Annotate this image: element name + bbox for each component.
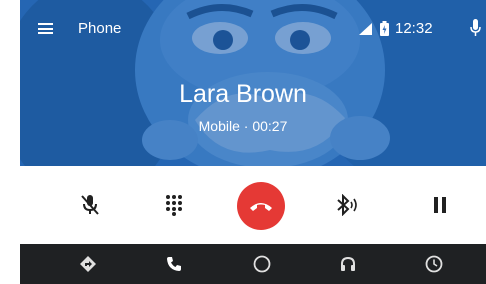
status-clock: 12:32 xyxy=(395,20,433,37)
cell-signal-icon xyxy=(359,23,372,35)
caller-hero: Phone 12:32 Lara Brown Mobile · 00:27 xyxy=(20,0,486,166)
call-controls xyxy=(20,166,486,244)
nav-item-music[interactable] xyxy=(338,254,358,274)
caller-name: Lara Brown xyxy=(179,80,307,108)
battery-icon xyxy=(380,21,389,36)
bluetooth-audio-icon xyxy=(337,194,357,216)
bluetooth-audio-button[interactable] xyxy=(329,187,365,223)
nav-item-home[interactable] xyxy=(252,254,272,274)
navigation-icon xyxy=(80,256,96,272)
app-title: Phone xyxy=(78,20,122,37)
bottom-nav-bar xyxy=(20,244,486,284)
call-status: Mobile · 00:27 xyxy=(198,118,288,134)
hamburger-menu-icon[interactable] xyxy=(38,23,53,34)
end-call-button[interactable] xyxy=(237,182,285,230)
headphones-icon xyxy=(341,256,355,271)
recents-icon xyxy=(425,255,443,273)
dialpad-icon xyxy=(166,195,182,216)
phone-icon xyxy=(167,257,181,271)
nav-item-phone[interactable] xyxy=(164,254,184,274)
home-icon xyxy=(253,255,271,273)
hold-button[interactable] xyxy=(422,187,458,223)
phone-call-screen: Phone 12:32 Lara Brown Mobile · 00:27 xyxy=(0,0,486,284)
mute-mic-icon xyxy=(81,195,99,215)
end-call-icon xyxy=(250,203,272,211)
microphone-icon[interactable] xyxy=(470,19,481,37)
app-bar: Phone 12:32 xyxy=(20,0,486,58)
mute-button[interactable] xyxy=(72,187,108,223)
nav-item-navigation[interactable] xyxy=(78,254,98,274)
pause-icon xyxy=(434,197,446,213)
nav-item-recents[interactable] xyxy=(424,254,444,274)
dialpad-button[interactable] xyxy=(156,187,192,223)
